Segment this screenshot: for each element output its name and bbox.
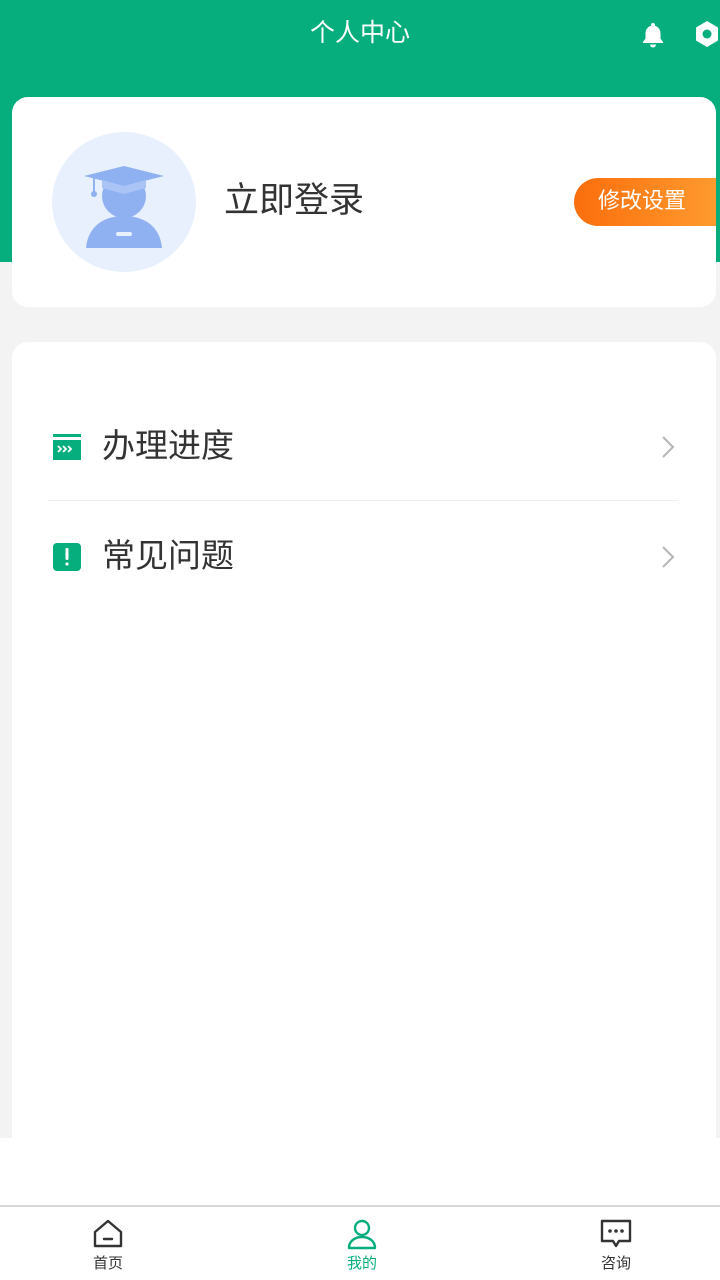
tab-consult[interactable]: 咨询 [566, 1207, 666, 1280]
page-title: 个人中心 [309, 18, 410, 47]
user-icon [345, 1217, 379, 1251]
menu-item-faq[interactable]: 常见问题 [48, 502, 678, 612]
chevron-right-icon [658, 544, 678, 570]
top-bar: 个人中心 [0, 0, 720, 66]
chevron-right-icon [658, 434, 678, 460]
home-icon [91, 1217, 125, 1251]
menu-item-label: 办理进度 [102, 426, 234, 465]
menu-item-progress[interactable]: 办理进度 [48, 392, 678, 502]
divider [48, 500, 678, 501]
progress-icon [52, 432, 82, 462]
student-avatar-icon[interactable] [52, 132, 196, 272]
menu-item-label: 常见问题 [102, 536, 234, 575]
bottom-tab-bar: 首页 我的 咨询 [0, 1205, 720, 1280]
tab-home[interactable]: 首页 [58, 1207, 158, 1280]
tab-label: 首页 [92, 1254, 123, 1272]
exclamation-icon [52, 542, 82, 572]
menu-card: 办理进度 常见问题 [12, 342, 716, 1142]
bell-icon[interactable] [636, 18, 670, 52]
edit-settings-button[interactable]: 修改设置 [574, 178, 716, 226]
login-link[interactable]: 立即登录 [224, 179, 364, 223]
content-footer-space [0, 1138, 720, 1205]
tab-mine[interactable]: 我的 [312, 1207, 412, 1280]
tab-label: 咨询 [600, 1254, 631, 1272]
profile-card: 立即登录 修改设置 [12, 97, 716, 307]
chat-icon [599, 1217, 633, 1251]
tab-label: 我的 [346, 1254, 377, 1272]
gear-icon[interactable] [690, 16, 720, 52]
